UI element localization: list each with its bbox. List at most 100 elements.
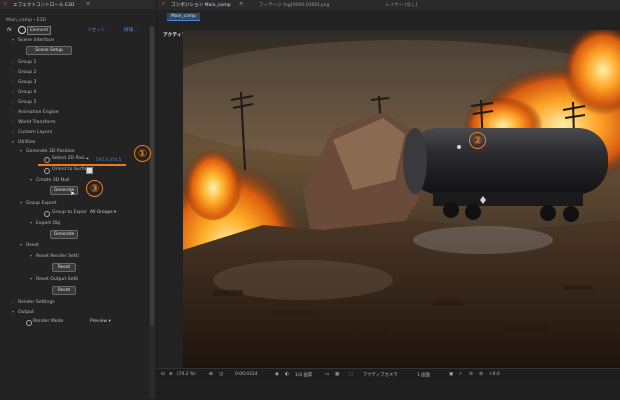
tree-item-render-settings[interactable]: › Render Settings bbox=[12, 298, 55, 306]
views-dropdown[interactable]: 1 画面 bbox=[417, 372, 430, 378]
reset-link[interactable]: リセット bbox=[87, 27, 105, 33]
grid-icon[interactable]: ⊞ bbox=[209, 372, 213, 377]
transparency-grid-icon[interactable]: ▦ bbox=[335, 372, 339, 377]
timecode[interactable]: 0:00:0314 bbox=[235, 372, 258, 377]
comp-layer-label: Main_comp・E3D bbox=[6, 18, 46, 23]
tree-item-orient-to-surface[interactable]: Orient to Surfa bbox=[52, 166, 86, 174]
tree-item-label: Output bbox=[18, 310, 34, 315]
stopwatch-icon[interactable] bbox=[44, 157, 50, 163]
color-channel-icon[interactable]: ◐ bbox=[285, 372, 289, 377]
tree-item-reset-output[interactable]: ▾ Reset Output Setti bbox=[30, 275, 78, 283]
tree-item-group-5[interactable]: › Group 5 bbox=[12, 98, 36, 106]
fx-toggle-icon[interactable]: fx bbox=[7, 27, 12, 33]
orient-to-surface-checkbox[interactable] bbox=[86, 167, 93, 174]
tree-item-label: Scene Interface bbox=[18, 38, 55, 43]
group-export-dropdown[interactable]: All Groups ▾ bbox=[90, 210, 116, 216]
effect-controls-panel: × エフェクトコントロール E3D ≡ Main_comp・E3D fx Ele… bbox=[0, 0, 156, 400]
tree-item-group-3[interactable]: › Group 3 bbox=[12, 78, 36, 86]
flowchart-icon[interactable]: ⚙ bbox=[479, 372, 483, 377]
tree-item-group-4[interactable]: › Group 4 bbox=[12, 88, 36, 96]
annotation-2: ② bbox=[469, 132, 486, 149]
tree-item-generate-3d-position[interactable]: ▾ Generate 3D Position bbox=[20, 147, 75, 155]
mouse-cursor-icon: ➤ bbox=[70, 190, 76, 197]
close-icon[interactable]: × bbox=[161, 1, 165, 7]
generate-export-button[interactable]: Generate bbox=[50, 230, 78, 239]
reset-output-button[interactable]: Reset bbox=[52, 286, 76, 295]
3d-renderer-icon[interactable]: ⬚ bbox=[349, 372, 353, 377]
reset-render-button[interactable]: Reset bbox=[52, 263, 76, 272]
toggle-pixel-icon[interactable]: ▣ bbox=[449, 372, 453, 377]
menu-icon[interactable]: ≡ bbox=[86, 1, 90, 7]
always-preview-icon[interactable]: ⊡ bbox=[161, 372, 165, 377]
render-preview[interactable] bbox=[183, 30, 620, 368]
gear-icon[interactable] bbox=[18, 26, 26, 34]
tree-item-reset[interactable]: ▾ Reset bbox=[20, 241, 39, 249]
panel-tab[interactable]: × エフェクトコントロール E3D ≡ bbox=[0, 0, 156, 9]
tree-item-label: Utilities bbox=[18, 140, 36, 145]
timeline-icon[interactable]: ☰ bbox=[469, 372, 473, 377]
tree-item-label: Group to Expor bbox=[52, 210, 87, 215]
stopwatch-icon[interactable] bbox=[44, 168, 50, 174]
dropdown-value: Preview bbox=[90, 319, 108, 324]
tree-item-render-mode[interactable]: Render Mode bbox=[33, 318, 63, 326]
tab-layer[interactable]: レイヤー (なし) bbox=[385, 2, 417, 8]
viewer-tab-bar: × コンポジション Main_comp ≡ フッテージ fog[0000-030… bbox=[157, 0, 620, 10]
snapshot-icon[interactable]: ◉ bbox=[275, 372, 279, 377]
stopwatch-icon[interactable] bbox=[26, 320, 32, 326]
effect-name-label[interactable]: Element bbox=[27, 26, 51, 35]
tree-item-label: World Transform bbox=[18, 120, 56, 125]
crosshair-icon[interactable]: ⌖ bbox=[86, 156, 89, 162]
tree-item-group-export[interactable]: ▾ Group Export bbox=[20, 199, 56, 207]
tree-item-reset-render[interactable]: ▾ Reset Render Setti bbox=[30, 252, 79, 260]
scene-image bbox=[183, 30, 620, 368]
region-icon[interactable]: ▭ bbox=[325, 372, 329, 377]
tree-item-world-transform[interactable]: › World Transform bbox=[12, 118, 55, 126]
tree-item-animation-engine[interactable]: › Animation Engine bbox=[12, 108, 59, 116]
camera-dropdown[interactable]: アクティブカメラ bbox=[363, 372, 398, 378]
tree-item-select-2d-position[interactable]: Select 2D Posi bbox=[52, 155, 85, 163]
tree-item-export-obj[interactable]: ▾ Export Obj bbox=[30, 219, 60, 227]
tab-footage[interactable]: フッテージ fog[0000-0300].png bbox=[259, 2, 330, 8]
tree-item-label: Group 2 bbox=[18, 70, 37, 75]
render-mode-dropdown[interactable]: Preview ▾ bbox=[90, 319, 111, 325]
tree-item-label: Select 2D Posi bbox=[52, 156, 85, 161]
fast-preview-icon[interactable]: ⚡ bbox=[459, 372, 462, 377]
viewer-toolbar: ⊡ ⊕ (74.2 %) ⊞ ◫ 0:00:0314 ◉ ◐ 1/4 画質 ▭ … bbox=[157, 368, 620, 381]
tree-item-group-to-export[interactable]: Group to Expor bbox=[52, 209, 87, 217]
scrollbar-thumb[interactable] bbox=[150, 26, 154, 326]
tree-item-utilities[interactable]: ▾ Utilities bbox=[12, 138, 35, 146]
tree-item-label: Export Obj bbox=[36, 221, 61, 226]
close-icon[interactable]: × bbox=[3, 1, 7, 7]
resolution-dropdown[interactable]: 1/4 画質 bbox=[295, 372, 312, 378]
magnify-icon[interactable]: ⊕ bbox=[169, 372, 173, 377]
tree-item-create-3d-null[interactable]: ▾ Create 3D Null bbox=[30, 176, 70, 184]
tree-item-group-1[interactable]: › Group 1 bbox=[12, 58, 36, 66]
exposure-value[interactable]: +0.0 bbox=[489, 372, 500, 377]
effect-header-row: fx Element リセット 情報... bbox=[0, 26, 156, 35]
tree-item-label: Orient to Surfa bbox=[52, 167, 87, 172]
tree-item-label: Reset Render Setti bbox=[36, 254, 79, 259]
zoom-dropdown[interactable]: (74.2 %) bbox=[177, 372, 196, 377]
tree-item-label: Group 1 bbox=[18, 60, 37, 65]
tree-item-output[interactable]: ▾ Output bbox=[12, 308, 34, 316]
stopwatch-icon[interactable] bbox=[44, 211, 50, 217]
tree-item-label: Reset Output Setti bbox=[36, 277, 79, 282]
tree-item-label: Render Mode bbox=[33, 319, 64, 324]
tree-item-scene-interface[interactable]: ▾ Scene Interface bbox=[12, 36, 54, 44]
annotation-3: ③ bbox=[86, 180, 103, 197]
info-link[interactable]: 情報... bbox=[124, 27, 138, 33]
select-2d-position-value[interactable]: 593.0,374.5 bbox=[96, 157, 121, 162]
tree-item-label: Render Settings bbox=[18, 300, 55, 305]
tab-main-comp[interactable]: Main_comp bbox=[167, 13, 200, 21]
scene-setup-button[interactable]: Scene Setup bbox=[26, 46, 72, 55]
tree-item-label: Group 3 bbox=[18, 80, 37, 85]
timeline-strip bbox=[157, 381, 620, 400]
menu-icon[interactable]: ≡ bbox=[239, 1, 243, 7]
tree-item-label: Generate 3D Position bbox=[26, 149, 75, 154]
tree-item-label: Reset bbox=[26, 243, 39, 248]
tab-composition[interactable]: コンポジション Main_comp bbox=[171, 2, 231, 8]
tree-item-group-2[interactable]: › Group 2 bbox=[12, 68, 36, 76]
tree-item-custom-layers[interactable]: › Custom Layers bbox=[12, 128, 52, 136]
mask-icon[interactable]: ◫ bbox=[219, 372, 223, 377]
chevron-down-icon: ▾ bbox=[108, 319, 111, 324]
